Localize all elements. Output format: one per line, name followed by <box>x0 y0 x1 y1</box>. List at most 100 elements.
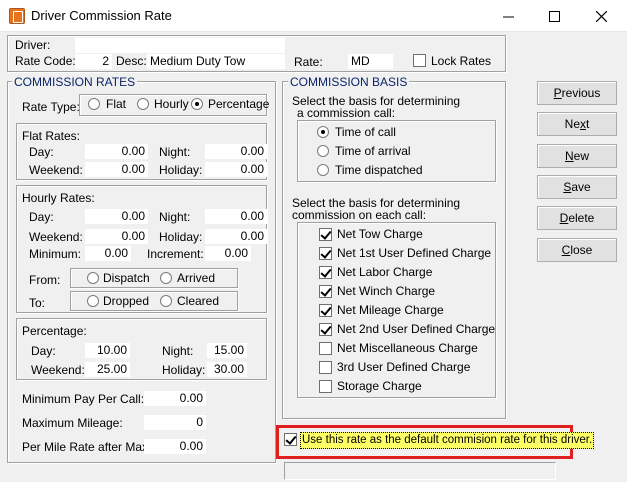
rate-type-percentage-label: Percentage <box>208 97 270 111</box>
flat-weekend-label: Weekend: <box>29 163 83 177</box>
min-pay-label: Minimum Pay Per Call: <box>22 392 145 406</box>
button-label-end: ave <box>571 180 591 194</box>
to-cleared-label: Cleared <box>177 294 220 308</box>
charge-label: Net Mileage Charge <box>337 303 444 317</box>
charge-checkbox[interactable] <box>319 304 332 317</box>
from-arrived-radio[interactable] <box>160 272 172 284</box>
close-window-button[interactable] <box>578 0 624 32</box>
charge-label: Storage Charge <box>337 379 422 393</box>
percentage-day-field[interactable]: 10.00 <box>85 343 130 358</box>
previous-button[interactable]: Previous <box>537 81 617 105</box>
charge-checkbox[interactable] <box>319 342 332 355</box>
rate-type-hourly-label: Hourly <box>154 97 189 111</box>
hourly-day-field[interactable]: 0.00 <box>85 209 148 224</box>
new-button[interactable]: New <box>537 144 617 168</box>
charge-checkbox[interactable] <box>319 247 332 260</box>
percentage-holiday-field[interactable]: 30.00 <box>207 362 247 377</box>
charge-label: Net Tow Charge <box>337 227 423 241</box>
charge-label: Net 1st User Defined Charge <box>337 246 492 260</box>
call-basis-label-2: a commission call: <box>297 106 396 120</box>
from-arrived-label: Arrived <box>177 271 216 285</box>
max-mileage-field[interactable]: 0 <box>144 415 206 430</box>
flat-night-field[interactable]: 0.00 <box>205 144 267 159</box>
to-dropped-label: Dropped <box>103 294 150 308</box>
button-label-start: Ne <box>564 117 580 131</box>
charge-basis-label-2: commission on each call: <box>292 208 427 222</box>
charge-checkbox[interactable] <box>319 228 332 241</box>
time-dispatched-radio[interactable] <box>317 164 329 176</box>
desc-label: Desc: <box>116 54 147 68</box>
flat-night-label: Night: <box>159 145 191 159</box>
charge-checkbox[interactable] <box>319 285 332 298</box>
hourly-weekend-field[interactable]: 0.00 <box>85 229 148 244</box>
minimize-icon <box>502 16 514 18</box>
default-rate-checkbox[interactable] <box>284 433 297 446</box>
button-label-end: revious <box>561 86 601 100</box>
to-dropped-radio[interactable] <box>87 295 99 307</box>
button-accelerator: P <box>553 86 562 100</box>
flat-weekend-field[interactable]: 0.00 <box>85 162 148 177</box>
button-label-end: t <box>586 117 590 131</box>
percentage-holiday-label: Holiday: <box>162 363 206 377</box>
hourly-rates-title: Hourly Rates: <box>22 191 95 205</box>
next-button[interactable]: Next <box>537 112 617 136</box>
min-pay-field[interactable]: 0.00 <box>144 391 206 406</box>
percentage-title: Percentage: <box>22 324 87 338</box>
flat-holiday-field[interactable]: 0.00 <box>205 162 267 177</box>
time-of-call-label: Time of call <box>335 125 396 139</box>
minimize-button[interactable] <box>485 0 531 32</box>
hourly-holiday-field[interactable]: 0.00 <box>205 229 267 244</box>
hourly-increment-field[interactable]: 0.00 <box>205 246 251 261</box>
to-cleared-radio[interactable] <box>160 295 172 307</box>
flat-day-field[interactable]: 0.00 <box>85 144 148 159</box>
time-of-arrival-label: Time of arrival <box>335 144 411 158</box>
driver-field[interactable] <box>75 38 285 53</box>
default-rate-label[interactable]: Use this rate as the default commision r… <box>300 432 595 449</box>
rate-field[interactable]: MD <box>348 54 393 69</box>
save-button[interactable]: Save <box>537 175 617 199</box>
charge-checkbox[interactable] <box>319 380 332 393</box>
rate-type-percentage-radio[interactable] <box>191 98 203 110</box>
charge-checkbox[interactable] <box>319 323 332 336</box>
from-dispatch-radio[interactable] <box>87 272 99 284</box>
charge-label: Net Miscellaneous Charge <box>337 341 478 355</box>
status-field <box>284 462 556 480</box>
hourly-night-label: Night: <box>159 210 191 224</box>
driver-label: Driver: <box>15 38 51 52</box>
time-of-call-radio[interactable] <box>317 126 329 138</box>
maximize-button[interactable] <box>531 0 577 32</box>
time-of-arrival-radio[interactable] <box>317 145 329 157</box>
hourly-night-field[interactable]: 0.00 <box>205 209 267 224</box>
flat-rates-title: Flat Rates: <box>22 129 81 143</box>
charge-label: 3rd User Defined Charge <box>337 360 471 374</box>
hourly-minimum-field[interactable]: 0.00 <box>85 246 131 261</box>
percentage-night-field[interactable]: 15.00 <box>207 343 247 358</box>
time-dispatched-label: Time dispatched <box>335 163 423 177</box>
commission-basis-title: COMMISSION BASIS <box>288 75 410 89</box>
window-title: Driver Commission Rate <box>31 8 172 23</box>
charge-label: Net 2nd User Defined Charge <box>337 322 496 336</box>
rate-code-label: Rate Code: <box>15 54 76 68</box>
charge-checkbox[interactable] <box>319 266 332 279</box>
rate-type-flat-label: Flat <box>106 97 127 111</box>
flat-holiday-label: Holiday: <box>159 163 203 177</box>
rate-code-field[interactable]: 2 <box>75 54 112 69</box>
rate-type-label: Rate Type: <box>22 100 80 114</box>
rate-type-flat-radio[interactable] <box>88 98 100 110</box>
percentage-weekend-field[interactable]: 25.00 <box>85 362 130 377</box>
flat-day-label: Day: <box>29 145 54 159</box>
hourly-to-label: To: <box>29 296 46 310</box>
rate-type-hourly-radio[interactable] <box>137 98 149 110</box>
from-dispatch-label: Dispatch <box>103 271 150 285</box>
hourly-day-label: Day: <box>29 210 54 224</box>
delete-button[interactable]: Delete <box>537 206 617 230</box>
charge-label: Net Labor Charge <box>337 265 433 279</box>
per-mile-field[interactable]: 0.00 <box>144 439 206 454</box>
app-icon <box>9 8 25 24</box>
close-button[interactable]: Close <box>537 238 617 262</box>
lock-rates-checkbox[interactable] <box>413 54 426 67</box>
desc-field[interactable]: Medium Duty Tow <box>147 54 285 69</box>
close-icon <box>595 10 607 23</box>
hourly-increment-label: Increment: <box>147 247 204 261</box>
charge-checkbox[interactable] <box>319 361 332 374</box>
